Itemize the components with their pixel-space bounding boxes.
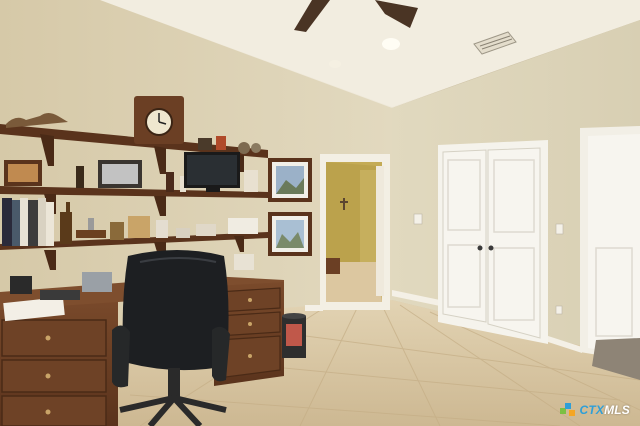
books <box>2 198 54 246</box>
framed-picture-top <box>268 158 312 202</box>
watermark-text-mls: MLS <box>604 403 630 417</box>
trash-can <box>282 313 306 358</box>
small-tv <box>184 152 240 192</box>
framed-picture-bottom <box>268 212 312 256</box>
room-photo: CTXMLS <box>0 0 640 426</box>
ctxmls-logo-icon <box>560 402 576 418</box>
room-illustration <box>0 0 640 426</box>
ctxmls-watermark: CTXMLS <box>560 402 630 418</box>
hallway-doorway <box>320 154 390 310</box>
shelf-clock <box>134 96 184 144</box>
recessed-light <box>382 38 400 50</box>
watermark-text-ctx: CTX <box>579 403 605 417</box>
